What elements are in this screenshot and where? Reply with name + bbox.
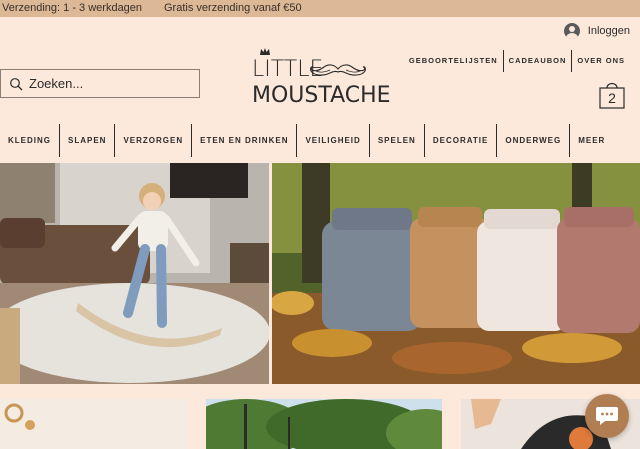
category-tile[interactable] bbox=[0, 399, 187, 449]
nav-item-eten-en-drinken[interactable]: ETEN EN DRINKEN bbox=[192, 124, 296, 157]
chat-icon bbox=[596, 407, 618, 425]
site-logo[interactable]: LITTLE MOUSTACHE bbox=[252, 47, 391, 109]
hero-photo bbox=[272, 163, 640, 384]
nav-item-meer[interactable]: MEER bbox=[570, 124, 613, 157]
hero-image-backpacks[interactable] bbox=[272, 163, 640, 384]
nav-item-verzorgen[interactable]: VERZORGEN bbox=[115, 124, 191, 157]
cart-button[interactable]: 2 bbox=[599, 79, 625, 109]
hero-photo bbox=[0, 163, 269, 384]
free-shipping-text: Gratis verzending vanaf €50 bbox=[164, 2, 302, 14]
top-links: GEBOORTELIJSTEN CADEAUBON OVER ONS bbox=[404, 50, 630, 72]
nav-item-spelen[interactable]: SPELEN bbox=[370, 124, 424, 157]
nav-item-veiligheid[interactable]: VEILIGHEID bbox=[297, 124, 368, 157]
link-over-ons[interactable]: OVER ONS bbox=[572, 50, 630, 72]
crown-icon bbox=[260, 48, 270, 55]
search-input[interactable] bbox=[29, 76, 189, 91]
nav-item-kleding[interactable]: KLEDING bbox=[0, 124, 59, 157]
nav-item-slapen[interactable]: SLAPEN bbox=[60, 124, 114, 157]
search-icon bbox=[10, 77, 23, 90]
link-cadeaubon[interactable]: CADEAUBON bbox=[504, 50, 572, 72]
shipping-time-text: Verzending: 1 - 3 werkdagen bbox=[2, 2, 143, 14]
tile-photo bbox=[0, 399, 187, 449]
logo-text-line2: MOUSTACHE bbox=[252, 83, 391, 108]
site-header: Inloggen LITTLE MOUSTACHE GEBOORTELIJSTE… bbox=[0, 17, 640, 122]
user-icon bbox=[563, 23, 580, 39]
search-box[interactable] bbox=[0, 69, 200, 98]
link-geboortelijsten[interactable]: GEBOORTELIJSTEN bbox=[404, 50, 503, 72]
category-tile[interactable] bbox=[206, 399, 442, 449]
login-label: Inloggen bbox=[587, 25, 630, 37]
nav-item-onderweg[interactable]: ONDERWEG bbox=[497, 124, 569, 157]
cart-count: 2 bbox=[608, 90, 616, 106]
login-button[interactable]: Inloggen bbox=[563, 23, 630, 39]
chat-button[interactable] bbox=[585, 394, 629, 438]
hero-image-balance-board[interactable] bbox=[0, 163, 269, 384]
moustache-icon bbox=[310, 64, 366, 76]
main-nav: KLEDING SLAPEN VERZORGEN ETEN EN DRINKEN… bbox=[0, 122, 640, 159]
announcement-bar: Verzending: 1 - 3 werkdagen Gratis verze… bbox=[0, 0, 640, 17]
tile-photo bbox=[206, 399, 442, 449]
category-tiles bbox=[0, 399, 640, 449]
nav-item-decoratie[interactable]: DECORATIE bbox=[425, 124, 497, 157]
